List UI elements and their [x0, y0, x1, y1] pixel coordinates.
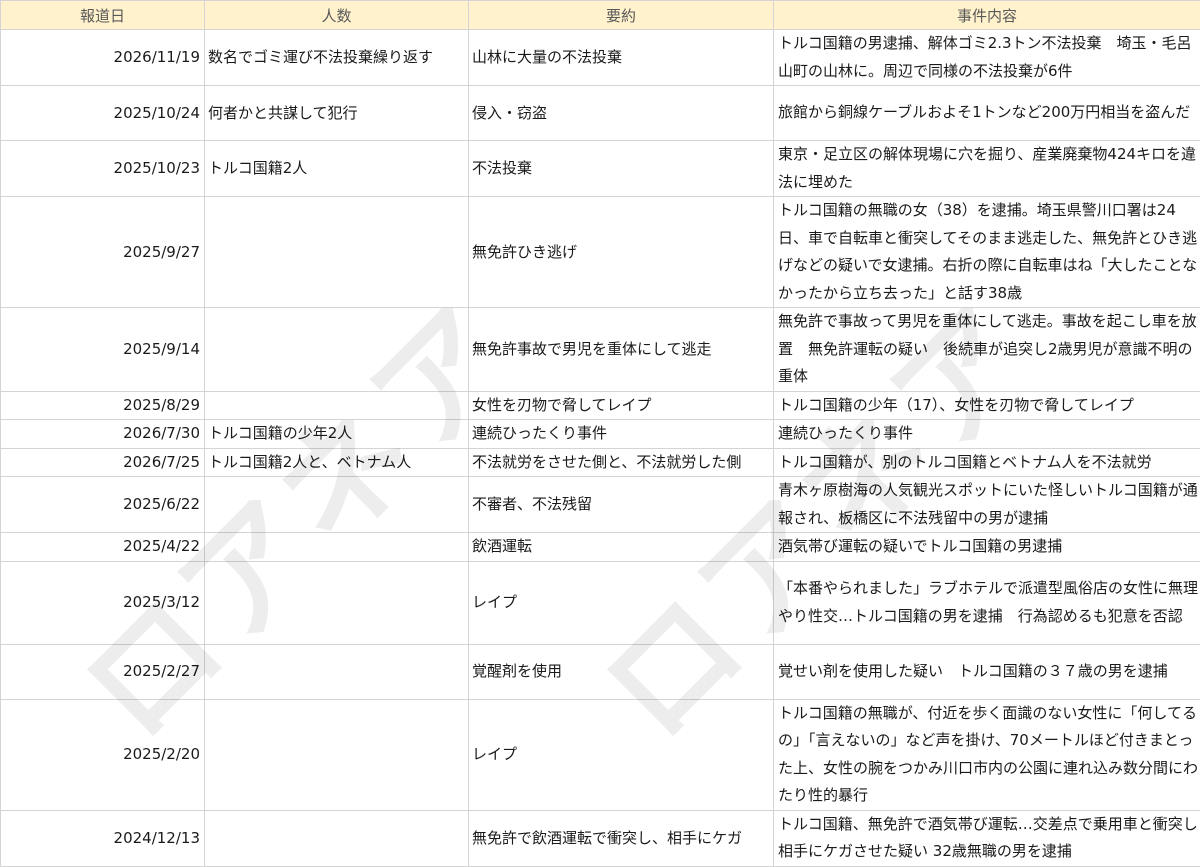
table-row: 2025/4/22 飲酒運転酒気帯び運転の疑いでトルコ国籍の男逮捕	[1, 533, 1200, 562]
table-row: 2025/10/23トルコ国籍2人不法投棄東京・足立区の解体現場に穴を掘り、産業…	[1, 141, 1200, 197]
summary-cell[interactable]: 無免許事故で男児を重体にして逃走	[469, 308, 774, 392]
detail-cell[interactable]: 旅館から銅線ケーブルおよそ1トンなど200万円相当を盗んだ	[774, 86, 1200, 141]
table-row: 2026/7/30トルコ国籍の少年2人連続ひったくり事件連続ひったくり事件	[1, 420, 1200, 449]
detail-cell[interactable]: トルコ国籍、無免許で酒気帯び運転…交差点で乗用車と衝突し相手にケガさせた疑い 3…	[774, 810, 1200, 866]
date-cell[interactable]: 2025/3/12	[1, 561, 205, 644]
table-row: 2025/2/20 レイプトルコ国籍の無職が、付近を歩く面識のない女性に「何してる…	[1, 699, 1200, 810]
summary-cell[interactable]: 不法投棄	[469, 141, 774, 197]
header-summary[interactable]: 要約	[469, 1, 774, 30]
summary-cell[interactable]: 無免許ひき逃げ	[469, 197, 774, 308]
detail-cell[interactable]: 覚せい剤を使用した疑い トルコ国籍の３７歳の男を逮捕	[774, 644, 1200, 699]
incident-table: 報道日 人数 要約 事件内容 2026/11/19数名でゴミ運び不法投棄繰り返す…	[0, 0, 1200, 867]
summary-cell[interactable]: 山林に大量の不法投棄	[469, 30, 774, 86]
header-row: 報道日 人数 要約 事件内容	[1, 1, 1200, 30]
summary-cell[interactable]: 無免許で飲酒運転で衝突し、相手にケガ	[469, 810, 774, 866]
date-cell[interactable]: 2026/7/30	[1, 420, 205, 449]
summary-cell[interactable]: レイプ	[469, 699, 774, 810]
date-cell[interactable]: 2025/10/24	[1, 86, 205, 141]
people-cell[interactable]: トルコ国籍2人	[205, 141, 469, 197]
date-cell[interactable]: 2025/9/14	[1, 308, 205, 392]
detail-cell[interactable]: 東京・足立区の解体現場に穴を掘り、産業廃棄物424キロを違法に埋めた	[774, 141, 1200, 197]
summary-cell[interactable]: 覚醒剤を使用	[469, 644, 774, 699]
date-cell[interactable]: 2025/4/22	[1, 533, 205, 562]
date-cell[interactable]: 2024/12/13	[1, 810, 205, 866]
table-row: 2025/9/27 無免許ひき逃げトルコ国籍の無職の女（38）を逮捕。埼玉県警川口…	[1, 197, 1200, 308]
detail-cell[interactable]: トルコ国籍の無職が、付近を歩く面識のない女性に「何してるの」「言えないの」など声…	[774, 699, 1200, 810]
summary-cell[interactable]: レイプ	[469, 561, 774, 644]
people-cell[interactable]	[205, 561, 469, 644]
people-cell[interactable]	[205, 644, 469, 699]
detail-cell[interactable]: トルコ国籍が、別のトルコ国籍とベトナム人を不法就労	[774, 448, 1200, 477]
header-date[interactable]: 報道日	[1, 1, 205, 30]
detail-cell[interactable]: トルコ国籍の少年（17）、女性を刃物で脅してレイプ	[774, 391, 1200, 420]
detail-cell[interactable]: トルコ国籍の無職の女（38）を逮捕。埼玉県警川口署は24日、車で自転車と衝突して…	[774, 197, 1200, 308]
table-row: 2025/3/12 レイプ「本番やられました」ラブホテルで派遣型風俗店の女性に無理…	[1, 561, 1200, 644]
people-cell[interactable]	[205, 197, 469, 308]
table-row: 2025/8/29 女性を刃物で脅してレイプトルコ国籍の少年（17）、女性を刃物で…	[1, 391, 1200, 420]
date-cell[interactable]: 2025/8/29	[1, 391, 205, 420]
summary-cell[interactable]: 侵入・窃盗	[469, 86, 774, 141]
summary-cell[interactable]: 女性を刃物で脅してレイプ	[469, 391, 774, 420]
date-cell[interactable]: 2025/6/22	[1, 477, 205, 533]
detail-cell[interactable]: 青木ヶ原樹海の人気観光スポットにいた怪しいトルコ国籍が通報され、板橋区に不法残留…	[774, 477, 1200, 533]
table-row: 2025/6/22 不審者、不法残留青木ヶ原樹海の人気観光スポットにいた怪しいトル…	[1, 477, 1200, 533]
detail-cell[interactable]: 連続ひったくり事件	[774, 420, 1200, 449]
detail-cell[interactable]: トルコ国籍の男逮捕、解体ゴミ2.3トン不法投棄 埼玉・毛呂山町の山林に。周辺で同…	[774, 30, 1200, 86]
date-cell[interactable]: 2025/2/27	[1, 644, 205, 699]
date-cell[interactable]: 2025/9/27	[1, 197, 205, 308]
table-row: 2026/7/25トルコ国籍2人と、ベトナム人不法就労をさせた側と、不法就労した…	[1, 448, 1200, 477]
detail-cell[interactable]: 無免許で事故って男児を重体にして逃走。事故を起こし車を放置 無免許運転の疑い 後…	[774, 308, 1200, 392]
header-detail[interactable]: 事件内容	[774, 1, 1200, 30]
people-cell[interactable]: トルコ国籍2人と、ベトナム人	[205, 448, 469, 477]
detail-cell[interactable]: 「本番やられました」ラブホテルで派遣型風俗店の女性に無理やり性交…トルコ国籍の男…	[774, 561, 1200, 644]
date-cell[interactable]: 2025/10/23	[1, 141, 205, 197]
date-cell[interactable]: 2026/11/19	[1, 30, 205, 86]
summary-cell[interactable]: 飲酒運転	[469, 533, 774, 562]
table-row: 2025/10/24何者かと共謀して犯行侵入・窃盗旅館から銅線ケーブルおよそ1ト…	[1, 86, 1200, 141]
people-cell[interactable]	[205, 308, 469, 392]
table-row: 2025/9/14 無免許事故で男児を重体にして逃走無免許で事故って男児を重体にし…	[1, 308, 1200, 392]
people-cell[interactable]	[205, 477, 469, 533]
people-cell[interactable]: 数名でゴミ運び不法投棄繰り返す	[205, 30, 469, 86]
people-cell[interactable]	[205, 810, 469, 866]
summary-cell[interactable]: 不法就労をさせた側と、不法就労した側	[469, 448, 774, 477]
people-cell[interactable]: 何者かと共謀して犯行	[205, 86, 469, 141]
date-cell[interactable]: 2026/7/25	[1, 448, 205, 477]
summary-cell[interactable]: 不審者、不法残留	[469, 477, 774, 533]
detail-cell[interactable]: 酒気帯び運転の疑いでトルコ国籍の男逮捕	[774, 533, 1200, 562]
people-cell[interactable]	[205, 533, 469, 562]
table-row: 2026/11/19数名でゴミ運び不法投棄繰り返す山林に大量の不法投棄トルコ国籍…	[1, 30, 1200, 86]
header-people[interactable]: 人数	[205, 1, 469, 30]
people-cell[interactable]: トルコ国籍の少年2人	[205, 420, 469, 449]
people-cell[interactable]	[205, 699, 469, 810]
date-cell[interactable]: 2025/2/20	[1, 699, 205, 810]
people-cell[interactable]	[205, 391, 469, 420]
table-row: 2025/2/27 覚醒剤を使用覚せい剤を使用した疑い トルコ国籍の３７歳の男を逮…	[1, 644, 1200, 699]
summary-cell[interactable]: 連続ひったくり事件	[469, 420, 774, 449]
table-row: 2024/12/13 無免許で飲酒運転で衝突し、相手にケガトルコ国籍、無免許で酒気…	[1, 810, 1200, 866]
